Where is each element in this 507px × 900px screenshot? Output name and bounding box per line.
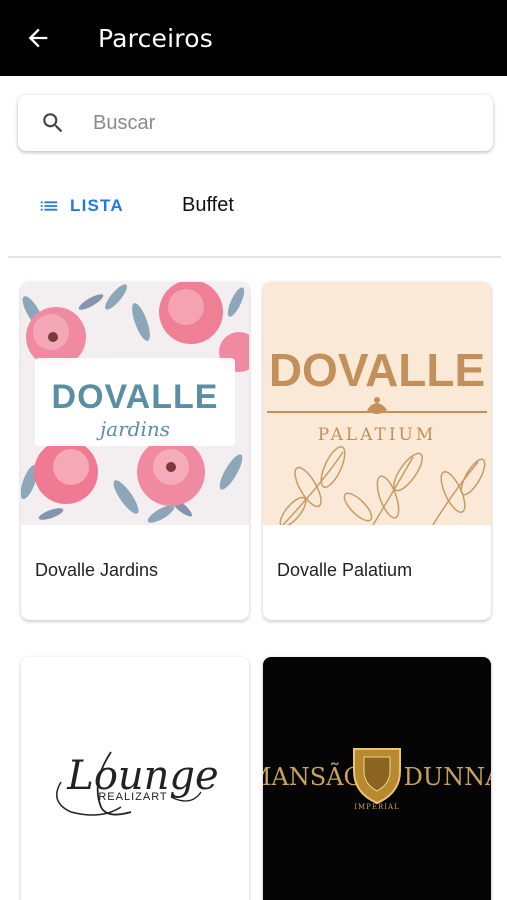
partner-logo-image: DOVALLE jardins: [21, 282, 249, 525]
search-icon: [43, 113, 63, 133]
logo-text: DOVALLE: [269, 344, 485, 396]
logo-subtext: IMPERIAL: [354, 803, 400, 811]
list-view-label: LISTA: [70, 196, 124, 215]
app-bar: Parceiros: [0, 0, 507, 76]
partner-name: Dovalle Jardins: [35, 560, 159, 580]
partner-logo-image: Lounge REALIZART: [21, 657, 249, 900]
logo-subtext: PALATIUM: [318, 425, 437, 445]
partner-logo-image: MANSÃO DUNNA IMPERIAL: [263, 657, 491, 900]
filter-bar: LISTA Buffet: [0, 180, 507, 232]
partner-name: Dovalle Palatium: [277, 560, 413, 580]
logo-subtext: REALIZART: [98, 791, 167, 803]
partner-card[interactable]: DOVALLE jardins Dovalle Jardins: [21, 282, 249, 620]
page-title: Parceiros: [98, 24, 213, 53]
category-filter-buffet[interactable]: Buffet: [182, 194, 234, 217]
search-input[interactable]: [93, 103, 473, 143]
logo-text-right: DUNNA: [404, 763, 491, 791]
partner-logo-image: DOVALLE PALATIUM: [263, 282, 491, 525]
list-icon: [40, 201, 58, 211]
partner-card[interactable]: DOVALLE PALATIUM Dovalle Palatium: [263, 282, 491, 620]
back-button[interactable]: [22, 22, 54, 54]
logo-text-left: MANSÃO: [263, 762, 363, 791]
list-view-toggle[interactable]: LISTA: [38, 192, 124, 220]
logo-text: DOVALLE: [52, 378, 219, 416]
divider: [8, 256, 501, 258]
arrow-left-icon: [28, 28, 48, 48]
search-bar: [18, 95, 493, 151]
partner-card[interactable]: MANSÃO DUNNA IMPERIAL: [263, 657, 491, 900]
partner-card[interactable]: Lounge REALIZART: [21, 657, 249, 900]
logo-subtext: jardins: [96, 417, 170, 441]
